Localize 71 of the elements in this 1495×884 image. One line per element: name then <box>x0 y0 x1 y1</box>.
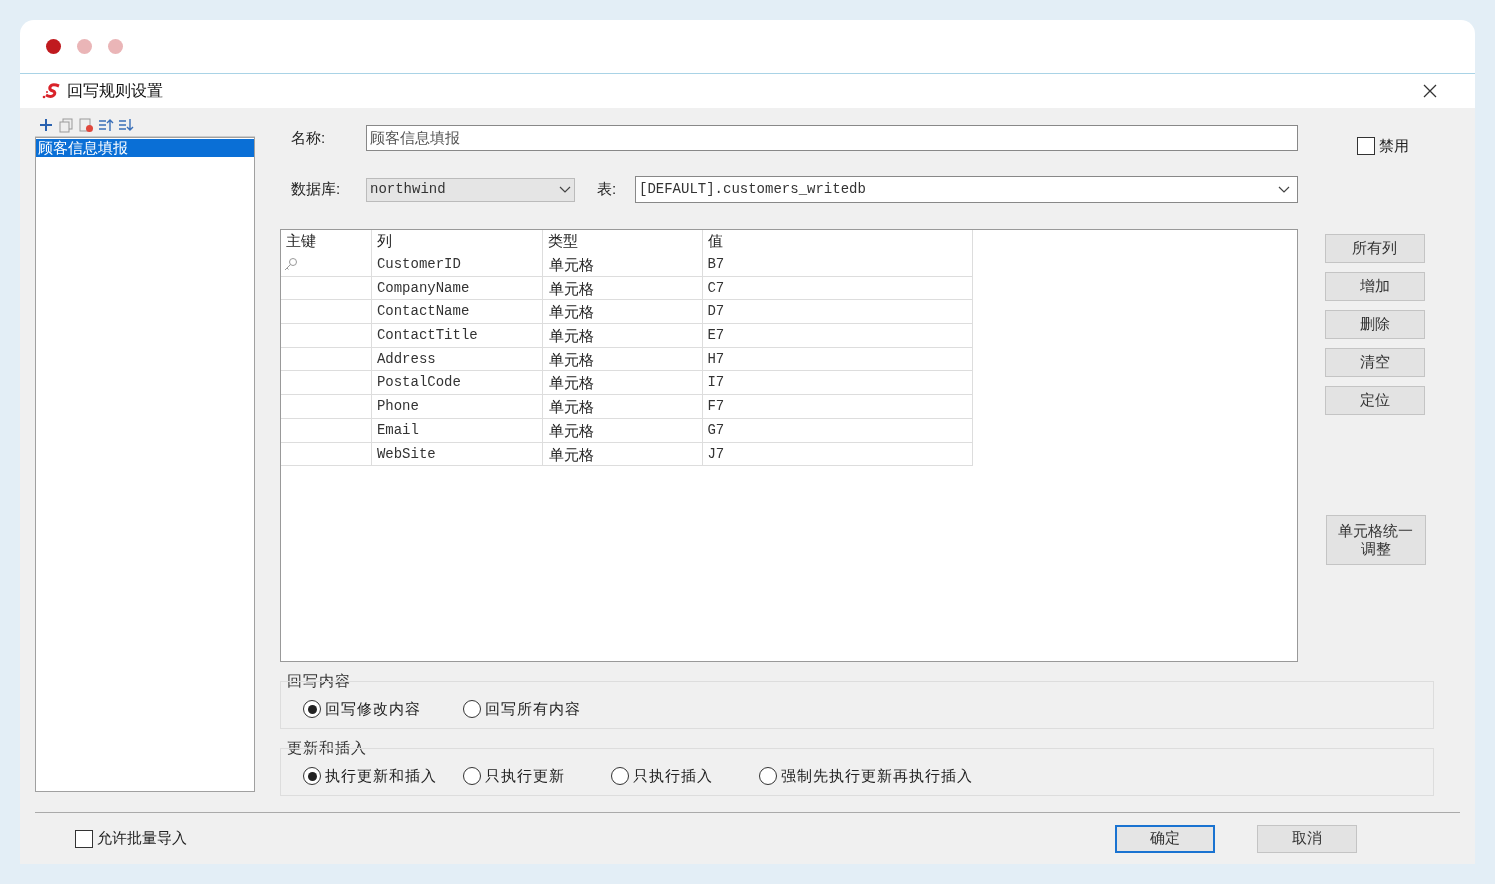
radio-button[interactable] <box>611 767 629 785</box>
radio-button[interactable] <box>463 767 481 785</box>
close-icon[interactable] <box>1423 84 1437 98</box>
table-cell: Phone <box>370 395 542 418</box>
dialog-button[interactable]: 取消 <box>1257 824 1357 853</box>
checkbox[interactable] <box>1357 137 1375 156</box>
table-cell: ContactTitle <box>370 324 542 347</box>
table-cell: WebSite <box>370 442 542 466</box>
table-cell: D7 <box>702 300 972 324</box>
table-label: 表: <box>596 179 618 200</box>
radio-label: 回写所有内容 <box>485 698 581 719</box>
table-cell: Address <box>370 347 542 371</box>
table-cell: Email <box>370 418 542 442</box>
window-title: 回写规则设置 <box>67 81 163 101</box>
key-icon <box>284 257 298 272</box>
table-cell: 单元格 <box>541 253 703 276</box>
table-cell: 单元格 <box>541 371 703 395</box>
side-button[interactable]: 所有列 <box>1324 233 1425 263</box>
table-cell: H7 <box>702 347 972 371</box>
radio-label: 强制先执行更新再执行插入 <box>781 765 973 786</box>
adjust-cells-button[interactable]: 单元格统一调整 <box>1325 514 1426 565</box>
side-button[interactable]: 增加 <box>1324 271 1425 301</box>
radio-button[interactable] <box>303 700 321 718</box>
name-label: 名称: <box>290 127 327 148</box>
move-down-icon[interactable] <box>118 116 134 133</box>
column-header[interactable]: 类型 <box>541 230 703 253</box>
rule-item[interactable]: 顾客信息填报 <box>36 139 254 157</box>
column-header[interactable]: 主键 <box>281 230 371 253</box>
table-cell: CompanyName <box>370 276 542 300</box>
table-cell: 单元格 <box>541 300 703 324</box>
table-cell: C7 <box>702 276 972 300</box>
table-cell: 单元格 <box>541 395 703 418</box>
radio-button[interactable] <box>303 767 321 785</box>
dialog-button[interactable]: 确定 <box>1115 824 1215 853</box>
database-label: 数据库: <box>290 179 342 200</box>
table-cell: PostalCode <box>370 371 542 395</box>
table-cell: ContactName <box>370 300 542 324</box>
chevron-down-icon <box>1278 185 1290 194</box>
radio-label: 只执行更新 <box>485 765 565 786</box>
column-header[interactable]: 列 <box>370 230 542 253</box>
side-button[interactable]: 定位 <box>1324 385 1425 415</box>
table-cell: 单元格 <box>541 418 703 442</box>
table-cell: J7 <box>702 442 972 466</box>
table-cell: 单元格 <box>541 324 703 347</box>
table-dropdown[interactable]: [DEFAULT].customers_writedb <box>635 176 1298 203</box>
side-button[interactable]: 清空 <box>1324 347 1425 377</box>
checkbox[interactable] <box>75 829 93 848</box>
disabled-label: 禁用 <box>1379 136 1409 156</box>
name-field[interactable]: 顾客信息填报 <box>366 125 1298 151</box>
table-cell: CustomerID <box>370 253 542 276</box>
radio-label: 回写修改内容 <box>325 698 421 719</box>
logo-icon <box>42 83 62 99</box>
chevron-down-icon <box>559 185 571 194</box>
database-dropdown[interactable]: northwind <box>366 177 575 202</box>
radio-label: 执行更新和插入 <box>325 765 437 786</box>
table-cell: 单元格 <box>541 276 703 300</box>
column-header[interactable]: 值 <box>702 230 972 253</box>
table-cell: B7 <box>702 253 972 276</box>
radio-button[interactable] <box>463 700 481 718</box>
radio-button[interactable] <box>759 767 777 785</box>
delete-icon[interactable] <box>78 116 94 133</box>
table-cell: G7 <box>702 418 972 442</box>
table-cell: 单元格 <box>541 347 703 371</box>
table-cell: I7 <box>702 371 972 395</box>
add-icon[interactable] <box>38 116 54 133</box>
table-cell: 单元格 <box>541 442 703 466</box>
radio-label: 只执行插入 <box>633 765 713 786</box>
side-button[interactable]: 删除 <box>1324 309 1425 339</box>
table-cell: F7 <box>702 395 972 418</box>
batch-import-label: 允许批量导入 <box>97 828 187 849</box>
table-cell: E7 <box>702 324 972 347</box>
